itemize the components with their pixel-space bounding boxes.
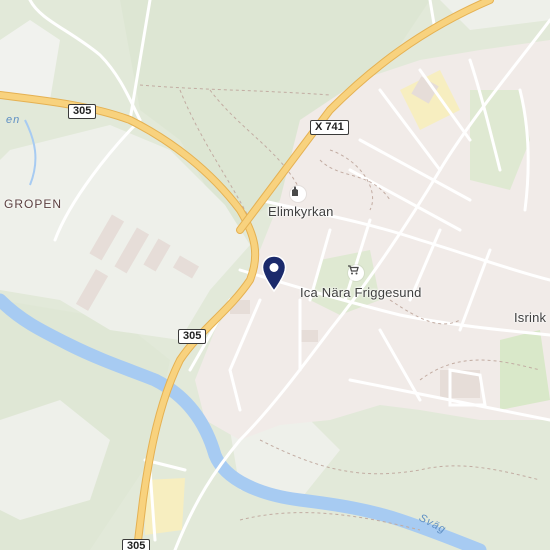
place-label-elimkyrkan[interactable]: Elimkyrkan [268,204,334,219]
road-shield-305-top: 305 [68,104,97,119]
shopping-cart-icon[interactable] [348,265,364,281]
road-shield-x741: X 741 [310,120,349,135]
road-shield-305-bottom: 305 [122,539,151,550]
church-icon[interactable] [290,186,306,202]
place-label-ica[interactable]: Ica Nära Friggesund [300,285,422,300]
area-label-gropen[interactable]: GROPEN [4,197,62,211]
road-shield-305-mid: 305 [178,329,207,344]
water-label-top: en [6,114,21,126]
place-label-isrink[interactable]: Isrink [514,310,546,325]
map-canvas[interactable]: en Sväg GROPEN Elimkyrkan Ica Nära Frigg… [0,0,550,550]
